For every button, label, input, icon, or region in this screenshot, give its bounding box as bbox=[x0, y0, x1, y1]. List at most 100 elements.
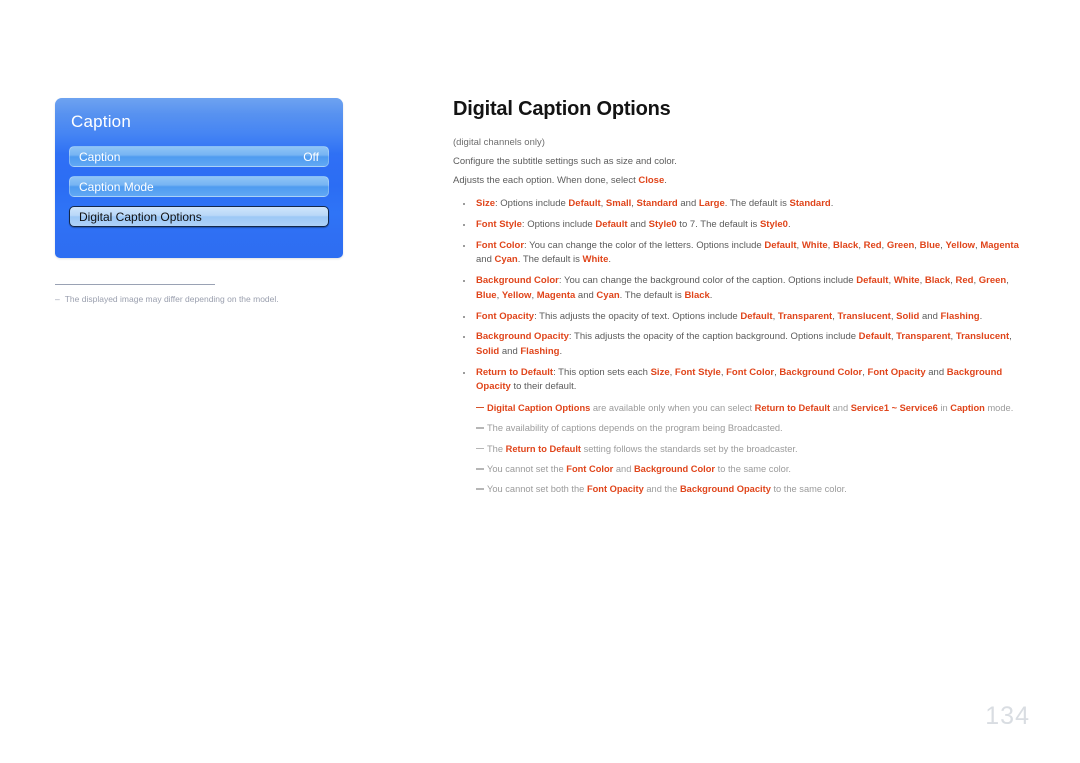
osd-menu-item[interactable]: Digital Caption Options bbox=[69, 206, 329, 227]
keyword: Flashing bbox=[520, 345, 560, 357]
text-run: and bbox=[476, 254, 495, 266]
keyword: Translucent bbox=[955, 331, 1010, 343]
text-run: The availability of captions depends on … bbox=[487, 423, 783, 434]
keyword: Default bbox=[856, 275, 889, 287]
keyword: Blue bbox=[919, 239, 941, 251]
keyword: Green bbox=[886, 239, 915, 251]
osd-menu-item-label: Digital Caption Options bbox=[79, 209, 202, 224]
osd-mockup: Caption Caption Off Caption Mode Digital Ca… bbox=[55, 98, 343, 258]
text-run: : Options include bbox=[495, 197, 569, 209]
text-run: . bbox=[979, 310, 983, 322]
text-run: and bbox=[919, 310, 941, 322]
option-name: Size bbox=[476, 197, 496, 209]
keyword: Green bbox=[978, 275, 1007, 287]
text-run: to 7. The default is bbox=[676, 218, 760, 230]
keyword: Default bbox=[568, 197, 601, 209]
lede-line-2: Configure the subtitle settings such as … bbox=[453, 155, 677, 167]
keyword: Yellow bbox=[501, 289, 532, 301]
keyword: Black bbox=[924, 275, 951, 287]
keyword: Font Color bbox=[566, 464, 614, 475]
keyword: Yellow bbox=[945, 239, 976, 251]
text-run: . bbox=[559, 345, 563, 357]
keyword: Magenta bbox=[980, 239, 1019, 251]
page-number: 134 bbox=[985, 702, 1030, 730]
option-name: Return to Default bbox=[476, 366, 554, 378]
keyword: Small bbox=[605, 197, 632, 209]
text-run: and bbox=[830, 402, 851, 413]
text-run: and bbox=[613, 464, 634, 475]
osd-panel: Caption Caption Off Caption Mode Digital Ca… bbox=[55, 98, 343, 258]
keyword: Magenta bbox=[536, 289, 576, 301]
page-title: Digital Caption Options bbox=[453, 98, 671, 120]
keyword: Background Color bbox=[633, 464, 716, 475]
keyword: Default bbox=[740, 310, 773, 322]
note-item: You cannot set the Font Color and Backgr… bbox=[476, 463, 1023, 477]
osd-menu-item[interactable]: Caption Mode bbox=[69, 176, 329, 197]
note-item: The availability of captions depends on … bbox=[476, 422, 1023, 436]
footnote-dash-icon: – bbox=[55, 294, 60, 304]
osd-menu-list: Caption Off Caption Mode Digital Caption Op… bbox=[69, 146, 329, 236]
note-list: Digital Caption Options are available on… bbox=[453, 402, 1023, 498]
keyword: Style0 bbox=[759, 218, 788, 230]
lede-line-3: Adjusts the each option. When done, sele… bbox=[453, 174, 1023, 186]
text-run: and bbox=[627, 218, 649, 230]
lede-close-suffix: . bbox=[664, 174, 667, 186]
keyword: Return to Default bbox=[505, 443, 582, 454]
option-name: Background Color bbox=[476, 275, 559, 287]
option-bullet: Return to Default: This option sets each… bbox=[453, 366, 1023, 395]
keyword: Default bbox=[764, 239, 797, 251]
note-item: The Return to Default setting follows th… bbox=[476, 443, 1023, 457]
keyword: White bbox=[893, 275, 920, 287]
text-run: : This option sets each bbox=[553, 366, 651, 378]
text-run: and bbox=[925, 366, 947, 378]
text-run: You cannot set both the bbox=[487, 484, 587, 495]
option-bullet: Background Opacity: This adjusts the opa… bbox=[453, 330, 1023, 359]
text-run: : You can change the background color of… bbox=[558, 275, 857, 287]
text-run: setting follows the standards set by the… bbox=[581, 443, 798, 454]
text-run: . bbox=[830, 197, 834, 209]
keyword: Font Style bbox=[674, 366, 721, 378]
keyword: Size bbox=[650, 366, 670, 378]
keyword: Font Color bbox=[726, 366, 775, 378]
osd-menu-item[interactable]: Caption Off bbox=[69, 146, 329, 167]
keyword: Solid bbox=[896, 310, 920, 322]
footnote-text: The displayed image may differ depending… bbox=[64, 294, 279, 304]
keyword: Transparent bbox=[896, 331, 951, 343]
keyword: Transparent bbox=[777, 310, 833, 322]
option-bullet-list: Size: Options include Default, Small, St… bbox=[453, 197, 1023, 395]
text-run: : Options include bbox=[521, 218, 596, 230]
option-name: Font Color bbox=[476, 239, 525, 251]
keyword: Solid bbox=[476, 345, 500, 357]
text-run: mode. bbox=[984, 402, 1014, 413]
lede-close-prefix: Adjusts the each option. When done, sele… bbox=[453, 174, 639, 186]
manual-page: Caption Caption Off Caption Mode Digital Ca… bbox=[0, 0, 1080, 763]
text-run: . bbox=[787, 218, 791, 230]
osd-footnote-block: – The displayed image may differ dependi… bbox=[55, 284, 355, 304]
text-run: to their default. bbox=[510, 381, 577, 393]
keyword: Standard bbox=[789, 197, 831, 209]
keyword: Background Opacity bbox=[679, 484, 771, 495]
keyword: Red bbox=[955, 275, 974, 287]
keyword: Service1 ~ Service6 bbox=[850, 402, 938, 413]
text-run: . The default is bbox=[619, 289, 685, 301]
document-content: Digital Caption Options (digital channel… bbox=[453, 98, 1023, 504]
text-run: to the same color. bbox=[715, 464, 792, 475]
option-name: Background Opacity bbox=[476, 331, 569, 343]
text-run: to the same color. bbox=[770, 484, 847, 495]
keyword: White bbox=[582, 254, 609, 266]
text-run: are available only when you can select bbox=[590, 402, 755, 413]
text-run: in bbox=[937, 402, 951, 413]
option-bullet: Size: Options include Default, Small, St… bbox=[453, 197, 1023, 211]
keyword: Standard bbox=[636, 197, 678, 209]
keyword: Cyan bbox=[494, 254, 518, 266]
text-run: The bbox=[487, 443, 506, 454]
keyword: Default bbox=[858, 331, 891, 343]
text-run: . The default is bbox=[517, 254, 583, 266]
osd-menu-item-label: Caption Mode bbox=[79, 179, 154, 194]
keyword: Blue bbox=[476, 289, 497, 301]
option-bullet: Font Style: Options include Default and … bbox=[453, 218, 1023, 232]
keyword: White bbox=[801, 239, 828, 251]
osd-panel-title: Caption bbox=[71, 112, 131, 131]
keyword: Font Opacity bbox=[867, 366, 926, 378]
keyword: Return to Default bbox=[754, 402, 831, 413]
